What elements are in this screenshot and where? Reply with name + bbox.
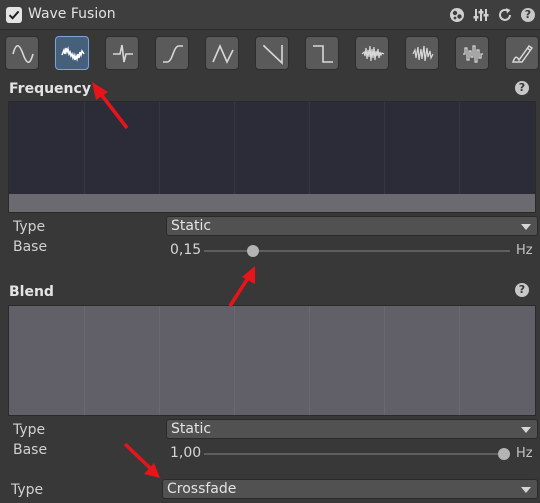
frequency-base-value[interactable]: 0,15 (170, 242, 201, 258)
component-header: Wave Fusion ? (0, 0, 540, 30)
sliders-icon[interactable] (473, 7, 489, 23)
noise-2-wave-icon (412, 45, 434, 62)
blend-mode-value: Crossfade (167, 481, 237, 497)
frequency-section-title: Frequency (9, 81, 91, 97)
sawtooth-wave-icon (263, 45, 283, 65)
checkmark-icon (8, 10, 20, 20)
noisy-sine-wave-button[interactable] (55, 36, 89, 70)
grid-line (384, 306, 385, 415)
blend-type-label: Type (13, 422, 46, 438)
frequency-curve-fill (9, 194, 535, 212)
s-curve-wave-icon (163, 45, 183, 63)
frequency-curve-graph[interactable] (8, 101, 536, 213)
triangle-wave-icon (212, 44, 234, 64)
frequency-type-label: Type (13, 219, 46, 235)
blend-base-slider-handle[interactable] (498, 448, 510, 460)
pen-icon (511, 44, 534, 63)
sawtooth-wave-button[interactable] (255, 36, 289, 70)
grid-line (234, 306, 235, 415)
blend-base-slider-track[interactable] (204, 453, 510, 455)
chevron-down-icon (521, 427, 531, 433)
triangle-wave-button[interactable] (205, 36, 239, 70)
noise-2-wave-button[interactable] (405, 36, 439, 70)
frequency-type-dropdown[interactable]: Static (166, 216, 538, 236)
square-wave-icon (313, 45, 333, 63)
blend-curve-graph[interactable] (8, 305, 536, 416)
wave-shape-toolbar (0, 36, 540, 76)
spike-wave-button[interactable] (105, 36, 139, 70)
annotation-arrow (123, 442, 160, 478)
blend-unit-label: Hz (516, 446, 533, 461)
blend-base-value[interactable]: 1,00 (170, 445, 201, 461)
spike-wave-icon (113, 44, 133, 63)
annotation-arrow (228, 266, 255, 307)
frequency-unit-label: Hz (516, 243, 533, 258)
blend-help-icon[interactable]: ? (515, 283, 529, 297)
component-title: Wave Fusion (28, 6, 116, 22)
preset-icon[interactable] (449, 7, 465, 23)
chevron-down-icon (521, 224, 531, 230)
noise-wave-icon (361, 45, 385, 62)
noisy-sine-wave-icon (61, 46, 85, 62)
sine-wave-button[interactable] (5, 36, 39, 70)
reset-icon[interactable] (497, 7, 513, 23)
chevron-down-icon (521, 487, 531, 493)
help-icon[interactable]: ? (521, 8, 535, 22)
sine-wave-icon (12, 44, 34, 64)
custom-draw-button[interactable] (505, 36, 539, 70)
grid-line (459, 306, 460, 415)
frequency-help-icon[interactable]: ? (515, 81, 529, 95)
frequency-type-value: Static (171, 218, 212, 234)
frequency-base-slider-handle[interactable] (246, 245, 259, 257)
blend-section-title: Blend (9, 284, 54, 300)
noise-wave-button[interactable] (355, 36, 389, 70)
blend-mode-type-label: Type (11, 482, 44, 498)
frequency-base-label: Base (13, 239, 48, 255)
blend-type-dropdown[interactable]: Static (166, 419, 538, 439)
blend-type-value: Static (171, 421, 212, 437)
square-wave-button[interactable] (305, 36, 339, 70)
enable-checkbox[interactable] (6, 7, 22, 23)
noise-3-wave-button[interactable] (455, 36, 489, 70)
grid-line (309, 306, 310, 415)
grid-line (84, 306, 85, 415)
blend-mode-dropdown[interactable]: Crossfade (162, 479, 538, 499)
grid-line (159, 306, 160, 415)
noise-3-wave-icon (463, 45, 483, 63)
blend-base-label: Base (13, 442, 48, 458)
s-curve-wave-button[interactable] (155, 36, 189, 70)
